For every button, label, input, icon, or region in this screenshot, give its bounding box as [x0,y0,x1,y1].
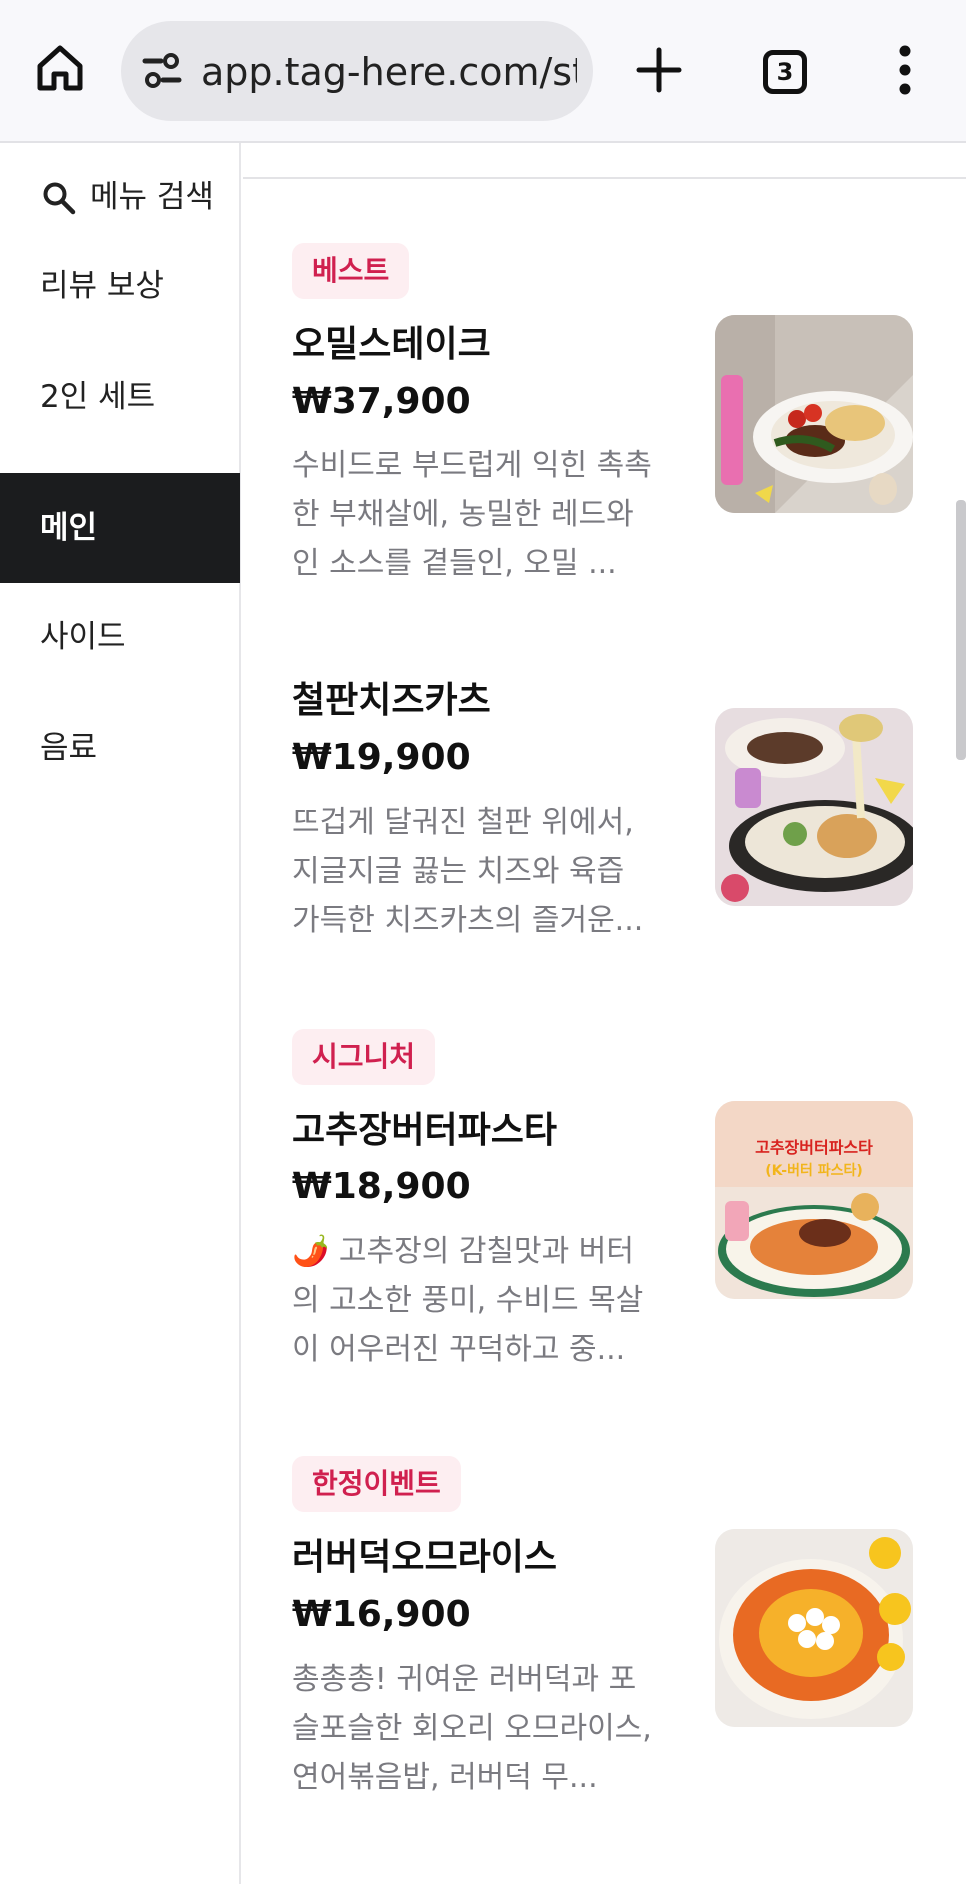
badge-signature: 시그니처 [292,1029,436,1085]
scrollbar[interactable] [956,500,966,760]
menu-item-description: 뜨겁게 달궈진 철판 위에서, 지글지글 끓는 치즈와 육즙 가득한 치즈카츠의… [292,805,644,938]
divider [243,177,966,179]
tab-switcher-icon[interactable]: 3 [763,50,807,94]
browser-toolbar: app.tag-here.com/store/m 3 [0,0,966,143]
badge-limited-event: 한정이벤트 [292,1456,461,1512]
badge-best: 베스트 [292,243,410,299]
menu-item-price: ₩19,900 [292,737,471,778]
cheese-katsu-photo [715,708,913,906]
menu-item-description: 수비드로 부드럽게 익힌 촉촉한 부채살에, 농밀한 레드와인 소스를 곁들인,… [292,448,652,581]
svg-text:고추장버터파스타: 고추장버터파스타 [755,1138,873,1157]
home-icon[interactable] [34,42,86,94]
url-text[interactable]: app.tag-here.com/store/m [201,47,577,97]
menu-item-price: ₩18,900 [292,1166,471,1207]
site-settings-icon[interactable] [141,52,183,90]
svg-text:(K-버터 파스타): (K-버터 파스타) [765,1162,863,1179]
menu-search-label: 메뉴 검색 [90,179,214,215]
menu-item-name: 오밀스테이크 [292,324,491,365]
address-bar[interactable]: app.tag-here.com/store/m [121,21,593,121]
search-icon [43,182,76,215]
menu-item-price: ₩16,900 [292,1594,471,1635]
menu-item-price: ₩37,900 [292,381,471,422]
sidebar-item-side[interactable]: 사이드 [0,582,240,692]
gochujang-pasta-photo: 고추장버터파스타 (K-버터 파스타) [715,1101,913,1299]
menu-search-button[interactable]: 메뉴 검색 [0,167,240,227]
menu-item-name: 고추장버터파스타 [292,1110,557,1151]
category-sidebar: 메뉴 검색 리뷰 보상 2인 세트 메인 사이드 음료 [0,143,241,1884]
steak-plate-photo [715,315,913,513]
menu-item-description: 총총총! 귀여운 러버덕과 포슬포슬한 회오리 오므라이스, 연어볶음밥, 러버… [292,1662,652,1795]
plus-icon[interactable] [635,46,683,94]
menu-item-description: 🌶️ 고추장의 감칠맛과 버터의 고소한 풍미, 수비드 목살이 어우러진 꾸덕… [292,1234,644,1367]
sidebar-item-set-for-two[interactable]: 2인 세트 [0,342,240,452]
menu-item-name: 러버덕오므라이스 [292,1537,557,1578]
menu-list: 베스트 오밀스테이크 ₩37,900 수비드로 부드럽게 익힌 촉촉한 부채살에… [243,143,966,1884]
rubber-duck-omurice-photo [715,1529,913,1727]
sidebar-item-main[interactable]: 메인 [0,473,240,583]
sidebar-item-review-reward[interactable]: 리뷰 보상 [0,231,240,341]
sidebar-item-drinks[interactable]: 음료 [0,693,240,803]
menu-item-name: 철판치즈카츠 [292,680,491,721]
more-vert-icon[interactable] [890,44,920,96]
